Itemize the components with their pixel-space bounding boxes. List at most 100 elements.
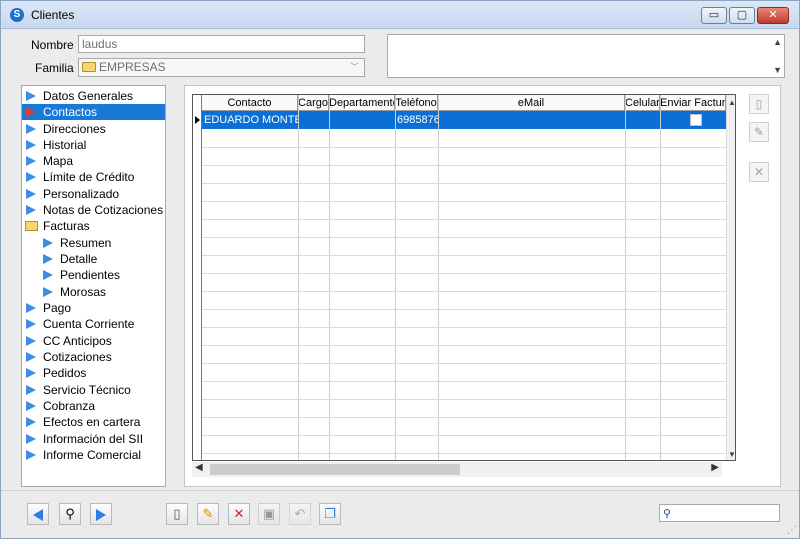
scroll-right-icon[interactable]: ▶ bbox=[711, 462, 719, 473]
delete-x-icon: ✕ bbox=[753, 165, 765, 179]
tree-item-resumen[interactable]: Resumen bbox=[22, 235, 111, 251]
arrow-icon bbox=[26, 336, 36, 346]
nombre-input[interactable]: laudus bbox=[78, 35, 365, 53]
tree-item-mapa[interactable]: Mapa bbox=[22, 153, 73, 169]
tree-item-limite-credito[interactable]: Límite de Crédito bbox=[22, 169, 134, 185]
enviar-factura-checkbox[interactable] bbox=[690, 114, 702, 126]
tree-item-efectos-cartera[interactable]: Efectos en cartera bbox=[22, 414, 140, 430]
pencil-icon: ✎ bbox=[753, 125, 765, 139]
undo-button[interactable]: ↶ bbox=[289, 503, 311, 525]
arrow-icon bbox=[26, 385, 36, 395]
arrow-icon bbox=[26, 124, 36, 134]
col-header-email[interactable]: eMail bbox=[438, 95, 625, 111]
save-record-button[interactable]: ▣ bbox=[258, 503, 280, 525]
arrow-icon bbox=[26, 450, 36, 460]
new-contact-button[interactable]: ▯ bbox=[749, 94, 769, 114]
contacts-panel: Contacto Cargo Departamento Teléfono eMa… bbox=[184, 85, 781, 487]
tree-item-datos-generales[interactable]: Datos Generales bbox=[22, 88, 133, 104]
title-bar: S Clientes ▭ ▢ ✕ bbox=[1, 1, 799, 29]
window-title: Clientes bbox=[31, 8, 75, 22]
copy-record-button[interactable]: ❐ bbox=[319, 503, 341, 525]
col-header-enviar-factura[interactable]: Enviar Factur bbox=[660, 95, 726, 111]
contacts-grid[interactable]: Contacto Cargo Departamento Teléfono eMa… bbox=[192, 94, 736, 461]
arrow-icon bbox=[43, 287, 53, 297]
grid-horizontal-scrollbar[interactable]: ◀ ▶ bbox=[192, 462, 722, 477]
tree-item-informacion-sii[interactable]: Información del SII bbox=[22, 431, 143, 447]
arrow-icon bbox=[43, 270, 53, 280]
arrow-icon bbox=[26, 303, 36, 313]
nombre-label: Nombre bbox=[31, 38, 74, 52]
delete-contact-button[interactable]: ✕ bbox=[749, 162, 769, 182]
edit-record-button[interactable]: ✎ bbox=[197, 503, 219, 525]
clientes-window: S Clientes ▭ ▢ ✕ Nombre laudus Familia E… bbox=[0, 0, 800, 539]
arrow-icon bbox=[26, 368, 36, 378]
grid-vertical-scrollbar[interactable]: ▲ ▼ bbox=[726, 95, 735, 460]
arrow-icon bbox=[26, 172, 36, 182]
app-logo-icon: S bbox=[10, 8, 24, 22]
tree-item-cuenta-corriente[interactable]: Cuenta Corriente bbox=[22, 316, 134, 332]
folder-icon bbox=[82, 62, 96, 72]
arrow-icon bbox=[26, 434, 36, 444]
search-records-button[interactable]: ⚲ bbox=[59, 503, 81, 525]
tree-item-personalizado[interactable]: Personalizado bbox=[22, 186, 119, 202]
delete-record-button[interactable]: ✕ bbox=[228, 503, 250, 525]
scroll-thumb[interactable] bbox=[210, 464, 460, 475]
previous-record-button[interactable] bbox=[27, 503, 49, 525]
tree-item-pago[interactable]: Pago bbox=[22, 300, 71, 316]
edit-contact-button[interactable]: ✎ bbox=[749, 122, 769, 142]
chevron-down-icon: ﹀ bbox=[349, 62, 359, 72]
new-document-icon: ▯ bbox=[755, 97, 763, 111]
familia-select[interactable]: EMPRESAS ﹀ bbox=[78, 58, 365, 77]
tree-item-cobranza[interactable]: Cobranza bbox=[22, 398, 95, 414]
tree-item-morosas[interactable]: Morosas bbox=[22, 284, 106, 300]
cell-contacto[interactable]: EDUARDO MONTES bbox=[203, 111, 298, 129]
notes-textarea[interactable]: ▲ ▼ bbox=[387, 34, 785, 78]
tree-item-cc-anticipos[interactable]: CC Anticipos bbox=[22, 333, 112, 349]
row-indicator-column bbox=[193, 95, 202, 460]
new-record-button[interactable]: ▯ bbox=[166, 503, 188, 525]
undo-icon: ↶ bbox=[294, 506, 306, 521]
tree-item-cotizaciones[interactable]: Cotizaciones bbox=[22, 349, 112, 365]
binoculars-icon: ⚲ bbox=[65, 506, 75, 521]
delete-x-icon: ✕ bbox=[233, 506, 245, 521]
arrow-right-icon bbox=[96, 509, 106, 521]
tree-item-contactos[interactable]: Contactos bbox=[22, 104, 165, 120]
arrow-icon bbox=[26, 417, 36, 427]
arrow-icon bbox=[26, 352, 36, 362]
familia-label: Familia bbox=[35, 61, 74, 75]
scroll-up-icon[interactable]: ▲ bbox=[773, 37, 782, 47]
arrow-left-icon bbox=[33, 509, 43, 521]
arrow-icon bbox=[26, 205, 36, 215]
folder-open-icon bbox=[25, 221, 38, 231]
tree-item-detalle[interactable]: Detalle bbox=[22, 251, 97, 267]
col-header-departamento[interactable]: Departamento bbox=[329, 95, 395, 111]
quick-search-input[interactable]: ⚲ bbox=[659, 504, 780, 522]
scroll-left-icon[interactable]: ◀ bbox=[195, 462, 203, 473]
tree-item-informe-comercial[interactable]: Informe Comercial bbox=[22, 447, 141, 463]
col-header-cargo[interactable]: Cargo bbox=[298, 95, 329, 111]
tree-item-facturas[interactable]: Facturas bbox=[22, 218, 90, 234]
resize-grip-icon[interactable]: ⋰ bbox=[787, 525, 797, 536]
arrow-icon bbox=[26, 107, 36, 117]
minimize-button[interactable]: ▭ bbox=[701, 7, 727, 24]
next-record-button[interactable] bbox=[90, 503, 112, 525]
new-document-icon: ▯ bbox=[173, 506, 181, 521]
col-header-celular[interactable]: Celular bbox=[625, 95, 660, 111]
tree-item-pendientes[interactable]: Pendientes bbox=[22, 267, 120, 283]
tree-item-notas-cotizaciones[interactable]: Notas de Cotizaciones bbox=[22, 202, 163, 218]
tree-item-pedidos[interactable]: Pedidos bbox=[22, 365, 86, 381]
arrow-icon bbox=[26, 401, 36, 411]
cell-telefono[interactable]: 69858765 bbox=[396, 111, 438, 129]
tree-item-direcciones[interactable]: Direcciones bbox=[22, 121, 106, 137]
tree-item-servicio-tecnico[interactable]: Servicio Técnico bbox=[22, 382, 131, 398]
maximize-button[interactable]: ▢ bbox=[729, 7, 755, 24]
scroll-down-icon[interactable]: ▼ bbox=[728, 450, 735, 459]
col-header-contacto[interactable]: Contacto bbox=[202, 95, 298, 111]
magnifier-icon: ⚲ bbox=[663, 508, 672, 520]
col-header-telefono[interactable]: Teléfono bbox=[395, 95, 438, 111]
tree-item-historial[interactable]: Historial bbox=[22, 137, 86, 153]
arrow-icon bbox=[26, 156, 36, 166]
scroll-up-icon[interactable]: ▲ bbox=[728, 98, 735, 107]
close-button[interactable]: ✕ bbox=[757, 7, 789, 24]
scroll-down-icon[interactable]: ▼ bbox=[773, 65, 782, 75]
